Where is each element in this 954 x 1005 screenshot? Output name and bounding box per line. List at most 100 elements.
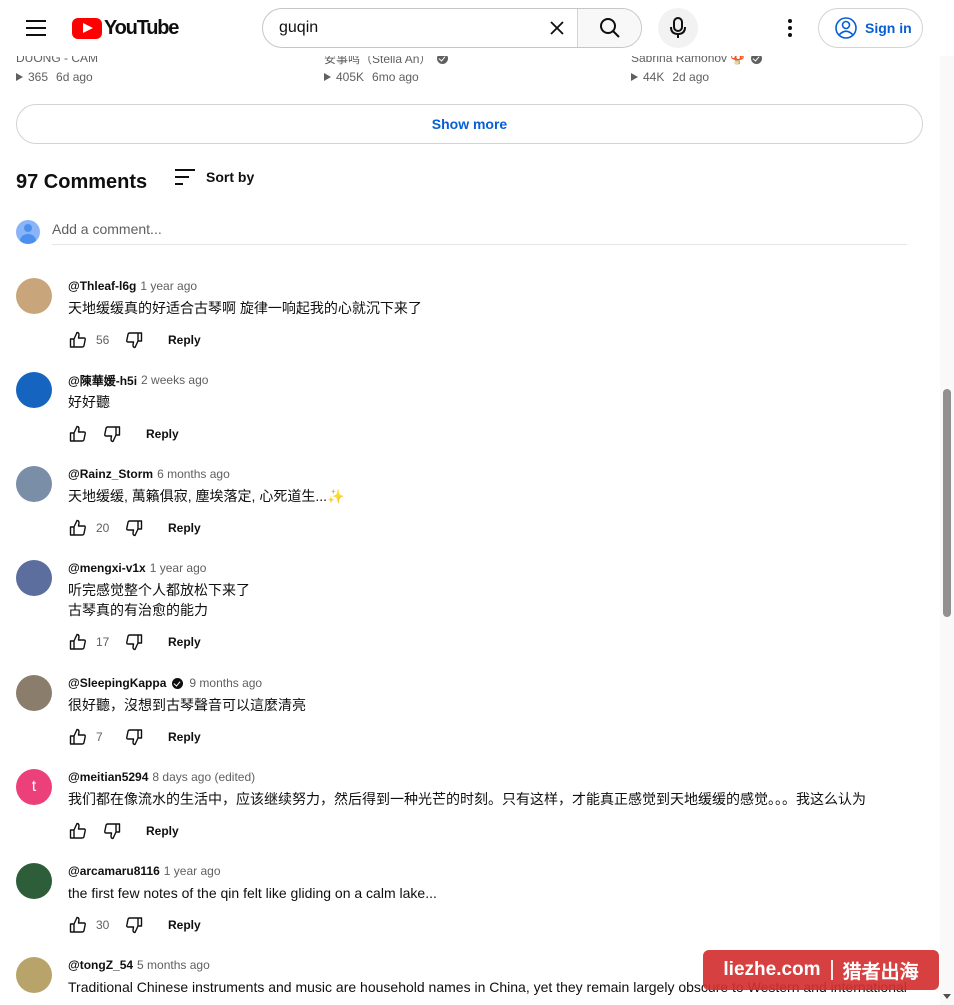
watermark: liezhe.com 猎者出海 [703,950,939,990]
comment-text: 天地缓缓, 萬籟俱寂, 塵埃落定, 心死道生...✨ [68,488,345,504]
upload-age: 6mo ago [372,70,419,84]
dislike-icon[interactable] [124,330,144,350]
comment-author[interactable]: @tongZ_54 [68,958,133,972]
comment-body: @Thleaf-l6g 1 year ago 天地缓缓真的好适合古琴啊 旋律一响起我… [68,278,916,350]
sign-in-button[interactable]: Sign in [818,8,923,48]
more-options-icon[interactable] [774,12,806,44]
comment-author[interactable]: @Thleaf-l6g [68,279,136,293]
sort-icon [175,169,195,185]
comment-header: @Rainz_Storm 6 months ago [68,466,916,482]
user-avatar [16,220,40,244]
watermark-separator [830,960,833,980]
comment-actions: 56 Reply [68,330,916,350]
comment-body: @arcamaru8116 1 year ago the first few not… [68,863,916,935]
like-icon[interactable] [68,518,88,538]
comment-time[interactable]: 5 months ago [137,958,210,972]
comment-text: 很好聽，沒想到古琴聲音可以這麼清亮 [68,697,306,713]
watermark-left: liezhe.com [723,959,821,980]
comment-author[interactable]: @arcamaru8116 [68,864,160,878]
comments-count: 97 Comments [16,171,148,193]
like-count: 17 [96,635,110,649]
clear-search-icon[interactable] [537,9,577,47]
commenter-avatar[interactable] [16,675,52,711]
comment-text: 听完感觉整个人都放松下来了 古琴真的有治愈的能力 [68,582,250,618]
show-more-button[interactable]: Show more [16,104,923,144]
reply-button[interactable]: Reply [168,333,201,347]
like-icon[interactable] [68,330,88,350]
like-count: 20 [96,521,110,535]
comment-time[interactable]: 1 year ago [140,279,197,293]
comment-actions: Reply [68,821,916,841]
comment-author[interactable]: @mengxi-v1x [68,561,146,575]
add-comment-input[interactable] [52,219,907,245]
commenter-avatar[interactable] [16,466,52,502]
reply-button[interactable]: Reply [146,824,179,838]
commenter-avatar[interactable]: t [16,769,52,805]
scroll-down-arrow-icon[interactable] [943,994,951,999]
comment-author[interactable]: @SleepingKappa [68,676,166,690]
comment-body: @Rainz_Storm 6 months ago 天地缓缓, 萬籟俱寂, 塵埃落定… [68,466,916,538]
voice-search-button[interactable] [658,8,698,48]
reply-button[interactable]: Reply [146,427,179,441]
comment-time[interactable]: 6 months ago [157,467,230,481]
commenter-avatar[interactable] [16,372,52,408]
like-icon[interactable] [68,632,88,652]
sort-by-button[interactable]: Sort by [174,168,254,186]
avatar-letter: t [31,778,37,795]
comment-header: @arcamaru8116 1 year ago [68,863,916,879]
comment-time[interactable]: 1 year ago [164,864,221,878]
microphone-icon [670,17,686,38]
commenter-avatar[interactable] [16,278,52,314]
comment-actions: Reply [68,424,916,444]
comment-header: @Thleaf-l6g 1 year ago [68,278,916,294]
comment-time[interactable]: 1 year ago [150,561,207,575]
reply-button[interactable]: Reply [168,730,201,744]
search-input[interactable] [263,9,537,47]
dislike-icon[interactable] [124,727,144,747]
add-comment-row [16,219,907,245]
like-count: 30 [96,918,110,932]
dislike-icon[interactable] [102,821,122,841]
dislike-icon[interactable] [102,424,122,444]
comment-time[interactable]: 2 weeks ago [141,373,208,387]
play-icon [631,73,638,81]
comment-author[interactable]: @Rainz_Storm [68,467,153,481]
like-icon[interactable] [68,915,88,935]
scrollbar-thumb[interactable] [943,389,951,617]
like-icon[interactable] [68,424,88,444]
like-icon[interactable] [68,821,88,841]
comment-body: @SleepingKappa 9 months ago 很好聽，沒想到古琴聲音可以這… [68,675,916,747]
sort-by-label: Sort by [206,169,255,185]
dislike-icon[interactable] [124,518,144,538]
scrollbar[interactable] [940,0,954,1005]
reply-button[interactable]: Reply [168,521,201,535]
comment-time[interactable]: 8 days ago (edited) [152,770,255,784]
comment-header: @陳華媛-h5i 2 weeks ago [68,372,916,388]
reply-button[interactable]: Reply [168,918,201,932]
search-icon [599,18,620,38]
upload-age: 2d ago [672,70,710,84]
comment-text: 好好聽 [68,394,110,410]
dislike-icon[interactable] [124,915,144,935]
dislike-icon[interactable] [124,632,144,652]
comment-author[interactable]: @meitian5294 [68,770,148,784]
search-button[interactable] [577,9,641,47]
commenter-avatar[interactable] [16,560,52,596]
comment-body: @陳華媛-h5i 2 weeks ago 好好聽 Reply [68,372,916,444]
comment-text: 我们都在像流水的生活中，应该继续努力，然后得到一种光芒的时刻。只有这样，才能真正… [68,791,866,807]
comment-author[interactable]: @陳華媛-h5i [68,372,137,389]
watermark-right: 猎者出海 [842,961,919,983]
comment-time[interactable]: 9 months ago [189,676,262,690]
logo-text: YouTube [104,17,179,39]
play-icon [324,73,331,81]
masthead: YouTube Sign in [0,0,954,56]
comment-actions: 17 Reply [68,632,916,652]
commenter-avatar[interactable] [16,957,52,993]
comment-body: @meitian5294 8 days ago (edited) 我们都在像流水的生… [68,769,916,841]
account-icon [835,17,857,39]
menu-icon[interactable] [20,12,52,44]
commenter-avatar[interactable] [16,863,52,899]
youtube-logo[interactable]: YouTube [72,17,179,40]
like-icon[interactable] [68,727,88,747]
reply-button[interactable]: Reply [168,635,201,649]
